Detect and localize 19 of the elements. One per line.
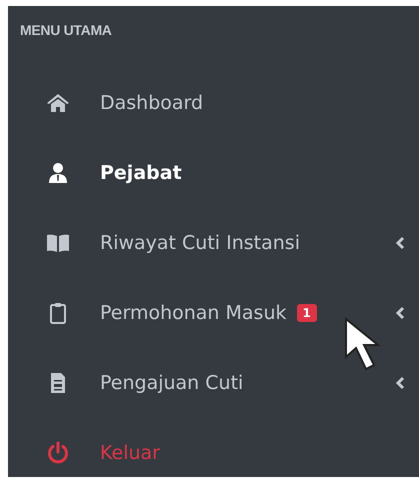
count-badge: 1: [296, 304, 317, 322]
menu-label: Dashboard: [100, 92, 204, 114]
menu-label: Pejabat: [100, 162, 182, 184]
home-icon: [46, 91, 70, 115]
menu-label: Riwayat Cuti Instansi: [100, 232, 300, 254]
menu-item[interactable]: Dashboard: [20, 68, 419, 138]
menu-item[interactable]: Pejabat: [20, 138, 419, 208]
menu-label: Keluar: [100, 442, 160, 464]
menu-item[interactable]: Riwayat Cuti Instansi: [20, 208, 419, 278]
chevron-icon: [395, 236, 405, 250]
menu-header: MENU UTAMA: [20, 22, 113, 38]
user-icon: [46, 161, 70, 185]
chevron-icon: [395, 306, 405, 320]
menu-item[interactable]: Permohonan Masuk 1: [20, 278, 419, 348]
chevron-icon: [395, 376, 405, 390]
power-icon: [46, 441, 70, 465]
menu-label: Pengajuan Cuti: [100, 372, 244, 394]
menu-label: Permohonan Masuk: [100, 302, 286, 324]
menu-item[interactable]: Pengajuan Cuti: [20, 348, 419, 418]
